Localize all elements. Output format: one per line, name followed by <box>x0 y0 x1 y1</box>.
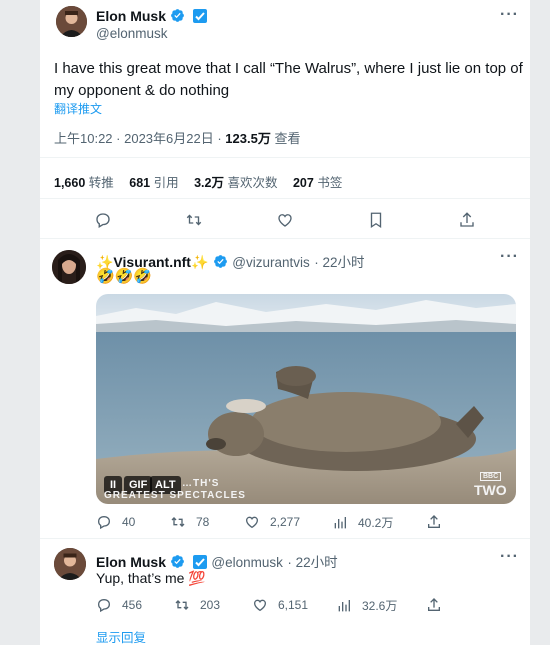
verified-icon <box>171 9 185 22</box>
walrus-gif-image <box>96 294 516 504</box>
reply1-reply-button[interactable]: 40 <box>96 514 135 530</box>
avatar-elonmusk[interactable] <box>54 548 86 580</box>
tweet-text: I have this great move that I call “The … <box>54 60 523 99</box>
like-icon <box>253 599 267 612</box>
verified-icon <box>213 255 227 268</box>
like-button[interactable] <box>276 211 294 229</box>
retweet-button[interactable] <box>185 211 203 229</box>
more-icon[interactable]: ··· <box>500 6 519 24</box>
reply1-handle[interactable]: @vizurantvis <box>232 255 309 270</box>
bbc-logo: BBC <box>480 472 502 481</box>
views-label: 查看 <box>274 131 301 146</box>
likes-stat[interactable]: 3.2万 喜欢次数 <box>194 176 277 190</box>
reply1-views-button[interactable]: 40.2万 <box>332 514 393 531</box>
reply1-like-button[interactable]: 2,277 <box>244 514 300 530</box>
reply-button[interactable] <box>94 211 112 229</box>
share-icon <box>428 598 440 611</box>
bookmark-button[interactable] <box>367 211 385 229</box>
reply2-likes-count: 6,151 <box>278 598 309 612</box>
like-icon <box>245 516 259 529</box>
divider <box>40 538 530 539</box>
quotes-stat[interactable]: 681 引用 <box>129 176 178 190</box>
reply1-text: 🤣🤣🤣 <box>96 268 153 285</box>
divider <box>40 157 530 158</box>
views-count: 123.5万 <box>225 131 271 146</box>
share-icon <box>460 212 474 227</box>
reply2-replies-count: 456 <box>122 598 143 612</box>
author-handle[interactable]: @elonmusk <box>96 26 167 41</box>
reply-icon <box>96 213 110 228</box>
reply2-author-name[interactable]: Elon Musk <box>96 554 166 570</box>
retweet-icon <box>175 600 189 610</box>
reply1-retweet-button[interactable]: 78 <box>170 514 209 530</box>
reply-icon <box>97 515 111 530</box>
verified-icon <box>171 555 185 568</box>
reply1-share-button[interactable] <box>426 514 442 530</box>
avatar-elonmusk[interactable] <box>56 6 87 37</box>
reply1-replies-count: 40 <box>122 515 136 529</box>
bookmark-icon <box>370 212 382 229</box>
hundred-emoji: 💯 <box>188 570 206 586</box>
reply1-time[interactable]: 22小时 <box>322 255 364 270</box>
divider <box>40 238 530 239</box>
watermark-line2: GREATEST SPECTACLES <box>104 490 246 501</box>
avatar-visurant[interactable] <box>52 250 86 284</box>
reply1-views-count: 40.2万 <box>358 516 394 530</box>
tweet-time[interactable]: 上午10:22 <box>54 131 113 146</box>
stats-row: 1,660 转推 681 引用 3.2万 喜欢次数 207 书签 <box>54 172 342 191</box>
two-logo: TWO <box>474 482 507 498</box>
watermark-line1: …TH'S <box>182 478 220 489</box>
tweet-card: Elon Musk @elonmusk ··· I have this grea… <box>40 0 530 645</box>
views-icon <box>338 599 350 611</box>
share-icon <box>428 515 440 528</box>
reply2-views-button[interactable]: 32.6万 <box>336 597 397 614</box>
affiliate-icon <box>192 9 207 23</box>
reply2-reply-button[interactable]: 456 <box>96 597 142 613</box>
retweets-stat[interactable]: 1,660 转推 <box>54 176 114 190</box>
reply1-retweets-count: 78 <box>196 515 210 529</box>
reply2-time[interactable]: 22小时 <box>296 555 338 570</box>
retweet-icon <box>171 517 185 527</box>
author-row: Elon Musk <box>96 8 207 26</box>
reply2-retweets-count: 203 <box>200 598 221 612</box>
retweet-icon <box>186 214 202 226</box>
reply2-views-count: 32.6万 <box>362 599 398 613</box>
reply2-handle[interactable]: @elonmusk <box>211 555 282 570</box>
reply-icon <box>97 598 111 613</box>
author-name[interactable]: Elon Musk <box>96 8 166 24</box>
reply2-text: Yup, that’s me <box>96 570 185 586</box>
reply2-text-row: Yup, that’s me 💯 <box>96 570 206 587</box>
reply2-like-button[interactable]: 6,151 <box>252 597 308 613</box>
views-icon <box>334 516 346 528</box>
more-icon[interactable]: ··· <box>500 548 519 566</box>
reply2-retweet-button[interactable]: 203 <box>174 597 220 613</box>
like-icon <box>278 214 292 227</box>
show-replies-link[interactable]: 显示回复 <box>96 627 146 645</box>
translate-link[interactable]: 翻译推文 <box>54 100 102 117</box>
reply1-gif-media[interactable]: II GIF ALT …TH'S GREATEST SPECTACLES BBC… <box>96 294 516 504</box>
bookmarks-stat[interactable]: 207 书签 <box>293 176 342 190</box>
affiliate-icon <box>192 555 207 569</box>
divider <box>40 198 530 199</box>
reply2-author-row: Elon Musk @elonmusk · 22小时 <box>96 554 338 570</box>
share-button[interactable] <box>458 211 476 229</box>
more-icon[interactable]: ··· <box>500 248 519 266</box>
reply1-likes-count: 2,277 <box>270 515 301 529</box>
timestamp-row: 上午10:22 · 2023年6月22日 · 123.5万 查看 <box>54 131 301 146</box>
reply2-share-button[interactable] <box>426 597 442 613</box>
tweet-date[interactable]: 2023年6月22日 <box>124 131 214 146</box>
